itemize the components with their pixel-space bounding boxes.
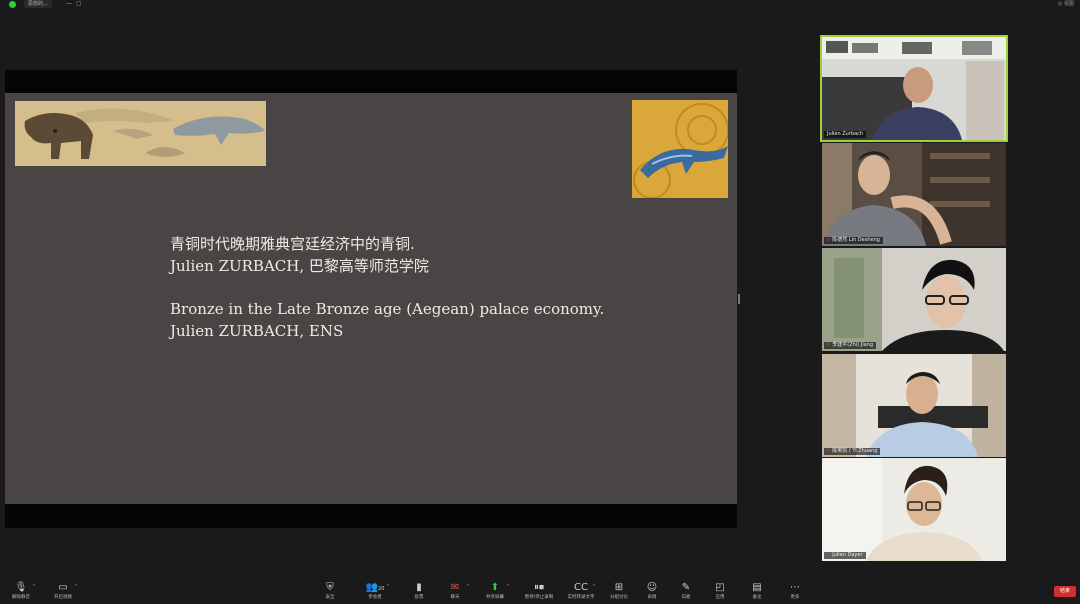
presentation-slide: 青铜时代晚期雅典宫廷经济中的青铜. Julien ZURBACH, 巴黎高等师范…	[5, 93, 737, 504]
slide-text-block: 青铜时代晚期雅典宫廷经济中的青铜. Julien ZURBACH, 巴黎高等师范…	[170, 233, 604, 342]
chevron-up-icon[interactable]: ^	[506, 584, 510, 590]
splitter-handle[interactable]	[738, 294, 740, 304]
unmute-button[interactable]: 🎙 ^ 解除静音	[4, 582, 38, 601]
zoom-meeting-window: 思想的... — ▢ ◎ 视图 青铜时代晚期雅典宫廷经济中的青铜. Julien…	[0, 0, 1080, 604]
start-video-button[interactable]: ▭ ^ 开启视频	[46, 582, 80, 601]
participant-name: ⦸ 陈英凯 ( Yi Zhuang	[824, 448, 881, 455]
author-english: Julien ZURBACH, ENS	[170, 322, 344, 340]
chevron-up-icon[interactable]: ^	[32, 584, 36, 590]
chevron-up-icon[interactable]: ^	[466, 584, 470, 590]
end-meeting-button[interactable]: 结束	[1054, 586, 1076, 597]
live-transcript-button[interactable]: CC ^ 实时转录文字	[564, 582, 598, 601]
whiteboard-button[interactable]: ✎ 白板	[669, 582, 703, 601]
polls-button[interactable]: ▮ 投票	[402, 582, 436, 601]
title-english: Bronze in the Late Bronze age (Aegean) p…	[170, 300, 605, 318]
top-bar: 思想的... — ▢ ◎ 视图	[0, 0, 1080, 10]
chevron-up-icon[interactable]: ^	[74, 584, 78, 590]
notes-button[interactable]: ▤ 备注	[740, 582, 774, 601]
maximize-button[interactable]: ▢	[76, 0, 82, 8]
notes-icon: ▤	[752, 582, 762, 593]
dolphin-tile-image	[632, 100, 728, 198]
muted-mic-icon: ⦸	[827, 448, 831, 454]
share-screen-button[interactable]: ⬆ ^ 共享屏幕	[478, 582, 512, 601]
participant-name: ⦸ Julien Dayer	[824, 552, 866, 559]
muted-mic-icon: ⦸	[827, 342, 831, 348]
participant-video-tile[interactable]: ⦸ 陈英凯 ( Yi Zhuang	[822, 354, 1006, 457]
record-icon: ⏸⏹	[534, 582, 544, 593]
chat-button[interactable]: ✉ ^ 聊天	[438, 582, 472, 601]
pause-stop-recording-button[interactable]: ⏸⏹ 暂停/停止录制	[522, 582, 556, 601]
poll-icon: ▮	[416, 582, 422, 593]
participant-video-tile[interactable]: ⦸ 陈德然 Lin Desheng	[822, 143, 1006, 246]
participant-video-tile[interactable]: ⦸ 李建平(Zhi) Jiang	[822, 248, 1006, 351]
breakout-rooms-button[interactable]: ⊞ 分组讨论	[602, 582, 636, 601]
participants-button[interactable]: 👥20 ^ 参会者	[358, 582, 392, 601]
reactions-icon: ☺	[646, 582, 658, 593]
apps-button[interactable]: ◰ 应用	[703, 582, 737, 601]
participant-video-tile[interactable]: Julien Zurbach	[820, 35, 1008, 142]
participant-video-tile[interactable]: ⦸ Julien Dayer	[822, 458, 1006, 561]
breakout-rooms-icon: ⊞	[614, 582, 624, 593]
apps-icon: ◰	[715, 582, 725, 593]
whiteboard-icon: ✎	[681, 582, 691, 593]
participant-name: ⦸ 李建平(Zhi) Jiang	[824, 342, 877, 349]
security-button[interactable]: ⛨ 安全	[313, 582, 347, 601]
minimize-button[interactable]: —	[66, 0, 72, 8]
chevron-up-icon[interactable]: ^	[592, 584, 596, 590]
chevron-up-icon[interactable]: ^	[386, 584, 390, 590]
window-tab[interactable]: 思想的...	[24, 0, 52, 8]
participant-name: Julien Zurbach	[824, 131, 867, 138]
dolphin-fresco-image	[15, 101, 266, 166]
more-button[interactable]: ⋯ 更多	[778, 582, 812, 601]
view-menu-button[interactable]: ◎ 视图	[1058, 0, 1074, 8]
reactions-button[interactable]: ☺ 表情	[635, 582, 669, 601]
shared-screen-area: 青铜时代晚期雅典宫廷经济中的青铜. Julien ZURBACH, 巴黎高等师范…	[5, 70, 737, 528]
security-shield-icon: ⛨	[326, 582, 334, 593]
participant-name: ⦸ 陈德然 Lin Desheng	[824, 237, 883, 244]
meeting-toolbar: 🎙 ^ 解除静音 ▭ ^ 开启视频 ⛨ 安全 👥20 ^ 参会者 ▮ 投票 ✉ …	[0, 578, 1080, 604]
muted-mic-icon: ⦸	[827, 237, 831, 243]
author-chinese: Julien ZURBACH, 巴黎高等师范学院	[170, 257, 429, 275]
muted-mic-icon: ⦸	[827, 552, 831, 558]
connection-status-icon	[9, 1, 16, 8]
title-chinese: 青铜时代晚期雅典宫廷经济中的青铜.	[170, 235, 415, 253]
more-icon: ⋯	[790, 582, 800, 593]
